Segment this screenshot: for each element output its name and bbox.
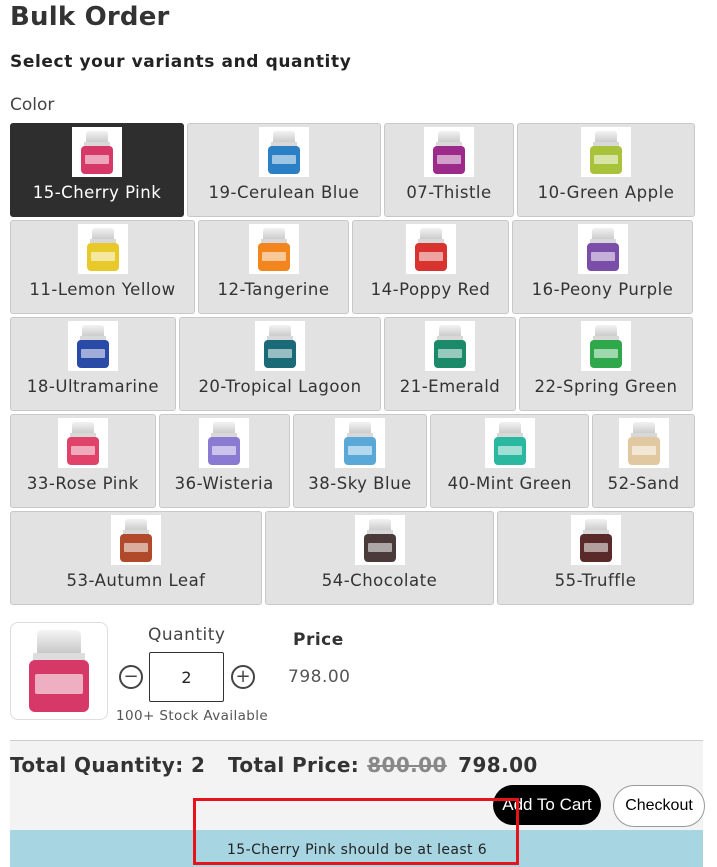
variant-option-20-tropical-lagoon[interactable]: 20-Tropical Lagoon: [179, 317, 381, 411]
selected-product-image: [10, 622, 108, 720]
bottle-icon: [424, 127, 474, 177]
variant-option-07-thistle[interactable]: 07-Thistle: [384, 123, 514, 217]
plus-icon: +: [235, 666, 251, 687]
color-option-label: Color: [10, 95, 55, 115]
bottle-icon: [248, 224, 299, 274]
bottle-icon: [618, 418, 669, 468]
bottle-icon: [111, 515, 161, 565]
price-value: 798.00: [288, 667, 351, 687]
variant-option-52-sand[interactable]: 52-Sand: [592, 414, 695, 508]
price-label: Price: [293, 630, 344, 650]
variant-option-16-peony-purple[interactable]: 16-Peony Purple: [512, 220, 693, 314]
bottle-icon: [334, 418, 385, 468]
variant-option-55-truffle[interactable]: 55-Truffle: [497, 511, 694, 605]
checkout-button[interactable]: Checkout: [613, 785, 705, 827]
bottle-icon: [570, 515, 621, 565]
variant-label: 54-Chocolate: [321, 571, 438, 590]
variant-label: 12-Tangerine: [217, 280, 330, 299]
variant-label: 40-Mint Green: [447, 474, 572, 493]
variant-row: 33-Rose Pink 36-Wisteria 38-Sky Blue 40-…: [10, 414, 695, 508]
variant-option-54-chocolate[interactable]: 54-Chocolate: [265, 511, 494, 605]
variant-option-15-cherry-pink[interactable]: 15-Cherry Pink: [10, 123, 184, 217]
bottle-icon: [68, 321, 118, 371]
variant-option-10-green-apple[interactable]: 10-Green Apple: [517, 123, 695, 217]
bottle-icon: [72, 127, 122, 177]
variant-label: 55-Truffle: [554, 571, 637, 590]
discounted-price: 798.00: [458, 753, 538, 777]
bottle-icon: [577, 224, 628, 274]
variant-label: 07-Thistle: [406, 183, 492, 202]
page-subtitle: Select your variants and quantity: [10, 52, 352, 72]
page-title: Bulk Order: [10, 2, 170, 32]
variant-option-18-ultramarine[interactable]: 18-Ultramarine: [10, 317, 176, 411]
variant-option-36-wisteria[interactable]: 36-Wisteria: [158, 414, 290, 508]
variant-option-22-spring-green[interactable]: 22-Spring Green: [519, 317, 693, 411]
bottle-icon: [581, 127, 631, 177]
variant-row: 53-Autumn Leaf 54-Chocolate 55-Truffle: [10, 511, 695, 605]
variant-label: 53-Autumn Leaf: [66, 571, 206, 590]
increase-quantity-button[interactable]: +: [231, 665, 255, 689]
variant-label: 10-Green Apple: [537, 183, 675, 202]
quantity-label: Quantity: [148, 625, 226, 645]
variant-label: 16-Peony Purple: [531, 280, 674, 299]
total-price-label: Total Price:: [228, 753, 360, 777]
variant-option-19-cerulean-blue[interactable]: 19-Cerulean Blue: [187, 123, 381, 217]
variant-option-53-autumn-leaf[interactable]: 53-Autumn Leaf: [10, 511, 262, 605]
bottle-icon: [405, 224, 456, 274]
variant-label: 19-Cerulean Blue: [208, 183, 360, 202]
variant-option-38-sky-blue[interactable]: 38-Sky Blue: [292, 414, 428, 508]
order-summary-bar: Total Quantity: 2 Total Price: 800.00 798…: [10, 740, 705, 867]
bottle-icon: [57, 418, 108, 468]
variant-label: 38-Sky Blue: [308, 474, 412, 493]
variant-option-40-mint-green[interactable]: 40-Mint Green: [430, 414, 590, 508]
bottle-icon: [255, 321, 305, 371]
variant-label: 22-Spring Green: [534, 377, 678, 396]
variant-option-14-poppy-red[interactable]: 14-Poppy Red: [352, 220, 509, 314]
variant-row: 15-Cherry Pink 19-Cerulean Blue 07-Thist…: [10, 123, 695, 217]
total-quantity: Total Quantity: 2: [10, 753, 206, 777]
cherry-pink-bottle-icon: [19, 626, 99, 716]
stock-availability: 100+ Stock Available: [116, 708, 269, 724]
variant-row: 18-Ultramarine 20-Tropical Lagoon 21-Eme…: [10, 317, 695, 411]
total-price: Total Price: 800.00 798.00: [228, 753, 538, 777]
variant-option-12-tangerine[interactable]: 12-Tangerine: [198, 220, 349, 314]
variant-label: 20-Tropical Lagoon: [198, 377, 362, 396]
variant-label: 52-Sand: [607, 474, 680, 493]
variant-label: 14-Poppy Red: [370, 280, 491, 299]
decrease-quantity-button[interactable]: −: [119, 665, 143, 689]
quantity-input[interactable]: [149, 652, 224, 702]
bottle-icon: [484, 418, 535, 468]
variant-row: 11-Lemon Yellow 12-Tangerine 14-Poppy Re…: [10, 220, 695, 314]
variant-label: 21-Emerald: [399, 377, 501, 396]
variant-label: 11-Lemon Yellow: [29, 280, 176, 299]
bottle-icon: [354, 515, 405, 565]
bottle-icon: [199, 418, 250, 468]
bottle-icon: [425, 321, 475, 371]
original-price: 800.00: [367, 753, 447, 777]
error-highlight-box: [193, 798, 519, 865]
bottle-icon: [581, 321, 631, 371]
variant-label: 36-Wisteria: [174, 474, 274, 493]
variant-grid: 15-Cherry Pink 19-Cerulean Blue 07-Thist…: [10, 123, 695, 608]
variant-label: 33-Rose Pink: [26, 474, 139, 493]
variant-option-11-lemon-yellow[interactable]: 11-Lemon Yellow: [10, 220, 195, 314]
variant-label: 18-Ultramarine: [26, 377, 160, 396]
variant-option-33-rose-pink[interactable]: 33-Rose Pink: [10, 414, 156, 508]
bottle-icon: [259, 127, 309, 177]
bottle-icon: [77, 224, 128, 274]
variant-label: 15-Cherry Pink: [32, 183, 162, 202]
variant-option-21-emerald[interactable]: 21-Emerald: [384, 317, 516, 411]
minus-icon: −: [123, 666, 139, 687]
